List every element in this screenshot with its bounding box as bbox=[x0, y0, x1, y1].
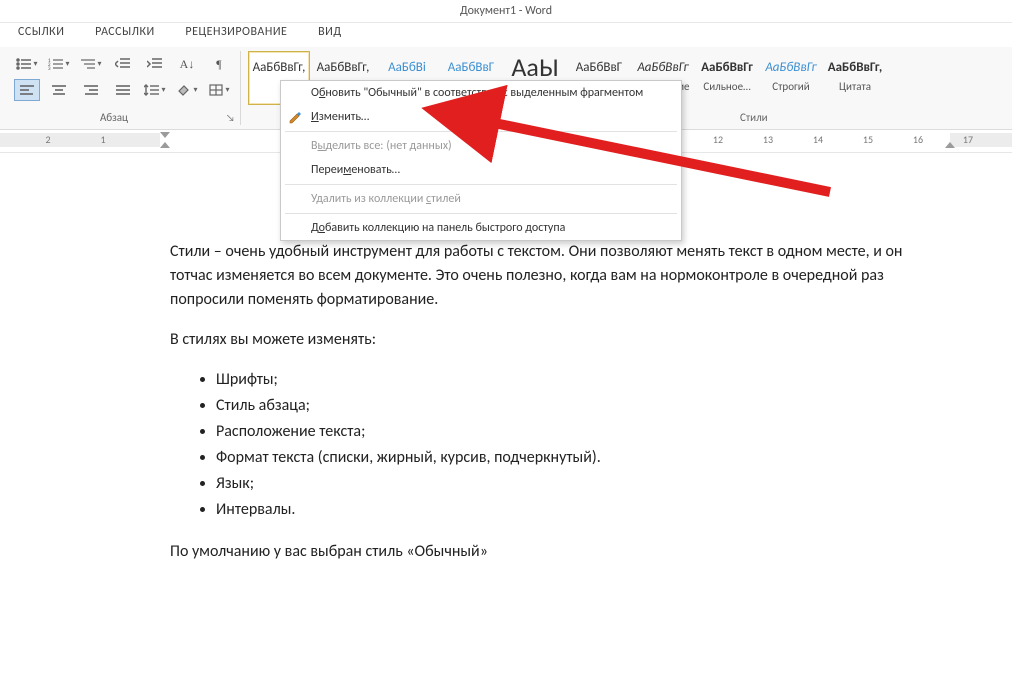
paragraph: Стили – очень удобный инструмент для раб… bbox=[170, 240, 940, 312]
paragraph-group: ▾ 1 2 3 ▾ ▾ bbox=[14, 53, 234, 105]
context-menu-label: Переименовать… bbox=[311, 163, 400, 177]
style-name: Строгий bbox=[772, 80, 809, 93]
style-tile[interactable]: АаБбВвГгСтрогий bbox=[760, 51, 822, 105]
style-sample: АаЫ bbox=[511, 54, 558, 80]
list-item: Формат текста (списки, жирный, курсив, п… bbox=[216, 446, 940, 470]
borders-icon[interactable]: ▾ bbox=[206, 79, 232, 101]
style-sample: АаБбВвГг bbox=[701, 54, 753, 80]
increase-indent-icon[interactable] bbox=[142, 53, 168, 75]
align-right-icon[interactable] bbox=[78, 79, 104, 101]
spell-error[interactable]: нормоконтроле bbox=[660, 266, 768, 285]
style-sample: АаБбВвГг, bbox=[253, 54, 306, 80]
styles-group-label: Стили bbox=[740, 111, 768, 124]
show-marks-icon[interactable]: ¶ bbox=[206, 53, 232, 75]
style-sample: АаБбВвГг bbox=[765, 54, 816, 80]
list-item: Стиль абзаца; bbox=[216, 394, 940, 418]
tab-view[interactable]: ВИД bbox=[318, 25, 341, 39]
context-menu-item[interactable]: Изменить… bbox=[281, 105, 681, 129]
ruler-tick: 12 bbox=[710, 133, 726, 146]
ruler-tick: 2 bbox=[40, 133, 56, 146]
tab-mailings[interactable]: РАССЫЛКИ bbox=[95, 25, 155, 39]
ruler-tick: 15 bbox=[860, 133, 876, 146]
first-line-indent-marker[interactable] bbox=[160, 132, 170, 138]
document-area[interactable]: Стили – очень удобный инструмент для раб… bbox=[0, 180, 1012, 689]
ruler-tick: 16 bbox=[910, 133, 926, 146]
style-name: Цитата bbox=[839, 80, 871, 93]
context-menu-separator bbox=[285, 213, 677, 214]
ribbon-tabs: ССЫЛКИ РАССЫЛКИ РЕЦЕНЗИРОВАНИЕ ВИД bbox=[0, 23, 1012, 47]
context-menu-separator bbox=[285, 184, 677, 185]
shading-icon[interactable]: ▾ bbox=[174, 79, 200, 101]
bullet-list: Шрифты;Стиль абзаца;Расположение текста;… bbox=[170, 368, 940, 522]
paragraph: В стилях вы можете изменять: bbox=[170, 328, 940, 352]
page-content: Стили – очень удобный инструмент для раб… bbox=[170, 240, 940, 580]
context-menu-item: Удалить из коллекции стилей bbox=[281, 187, 681, 211]
bullet-list-icon[interactable]: ▾ bbox=[14, 53, 40, 75]
ruler-tick: 13 bbox=[760, 133, 776, 146]
right-indent-marker[interactable] bbox=[945, 142, 955, 148]
context-menu-label: Обновить "Обычный" в соответствии с выде… bbox=[311, 86, 643, 100]
style-sample: АаБбВвГ bbox=[576, 54, 623, 80]
sort-icon[interactable]: A↓ bbox=[174, 53, 200, 75]
ruler-shade-left bbox=[0, 133, 160, 147]
style-sample: АаБбВвГг, bbox=[828, 54, 882, 80]
context-menu-item[interactable]: Добавить коллекцию на панель быстрого до… bbox=[281, 216, 681, 240]
tab-review[interactable]: РЕЦЕНЗИРОВАНИЕ bbox=[185, 25, 287, 39]
hanging-indent-marker[interactable] bbox=[160, 142, 170, 148]
style-tile[interactable]: АаБбВвГгСильное… bbox=[696, 51, 758, 105]
group-divider bbox=[240, 51, 241, 125]
numbered-list-icon[interactable]: 1 2 3 ▾ bbox=[46, 53, 72, 75]
ruler-tick: 17 bbox=[960, 133, 976, 146]
ruler-tick: 14 bbox=[810, 133, 826, 146]
context-menu-label: Удалить из коллекции стилей bbox=[311, 192, 461, 206]
context-menu-separator bbox=[285, 131, 677, 132]
style-name: Сильное… bbox=[703, 80, 750, 93]
context-menu-label: Добавить коллекцию на панель быстрого до… bbox=[311, 221, 565, 235]
context-menu-item: Выделить все: (нет данных) bbox=[281, 134, 681, 158]
list-item: Шрифты; bbox=[216, 368, 940, 392]
list-item: Язык; bbox=[216, 472, 940, 496]
multilevel-list-icon[interactable]: ▾ bbox=[78, 53, 104, 75]
context-menu-label: Изменить… bbox=[311, 110, 369, 124]
align-justify-icon[interactable] bbox=[110, 79, 136, 101]
list-item: Интервалы. bbox=[216, 498, 940, 522]
style-sample: АаБбВі bbox=[388, 54, 426, 80]
ruler-tick: 1 bbox=[95, 133, 111, 146]
list-item: Расположение текста; bbox=[216, 420, 940, 444]
paragraph-dialog-launcher-icon[interactable]: ↘ bbox=[226, 111, 238, 123]
tab-references[interactable]: ССЫЛКИ bbox=[18, 25, 64, 39]
style-tile[interactable]: АаБбВвГг,Цитата bbox=[824, 51, 886, 105]
style-sample: АаБбВвГг, bbox=[317, 54, 370, 80]
align-left-icon[interactable] bbox=[14, 79, 40, 101]
line-spacing-icon[interactable]: ▾ bbox=[142, 79, 168, 101]
style-sample: АаБбВвГ bbox=[448, 54, 495, 80]
svg-text:3: 3 bbox=[48, 66, 51, 71]
context-menu-label: Выделить все: (нет данных) bbox=[311, 139, 452, 153]
style-context-menu[interactable]: Обновить "Обычный" в соответствии с выде… bbox=[280, 80, 682, 241]
style-sample: АаБбВвГг bbox=[637, 54, 688, 80]
context-menu-item[interactable]: Переименовать… bbox=[281, 158, 681, 182]
paragraph-group-label: Абзац bbox=[100, 111, 128, 124]
modify-style-icon bbox=[287, 109, 303, 125]
window-title: Документ1 - Word bbox=[0, 0, 1012, 23]
align-center-icon[interactable] bbox=[46, 79, 72, 101]
context-menu-item[interactable]: Обновить "Обычный" в соответствии с выде… bbox=[281, 81, 681, 105]
paragraph: По умолчанию у вас выбран стиль «Обычный… bbox=[170, 540, 940, 564]
decrease-indent-icon[interactable] bbox=[110, 53, 136, 75]
